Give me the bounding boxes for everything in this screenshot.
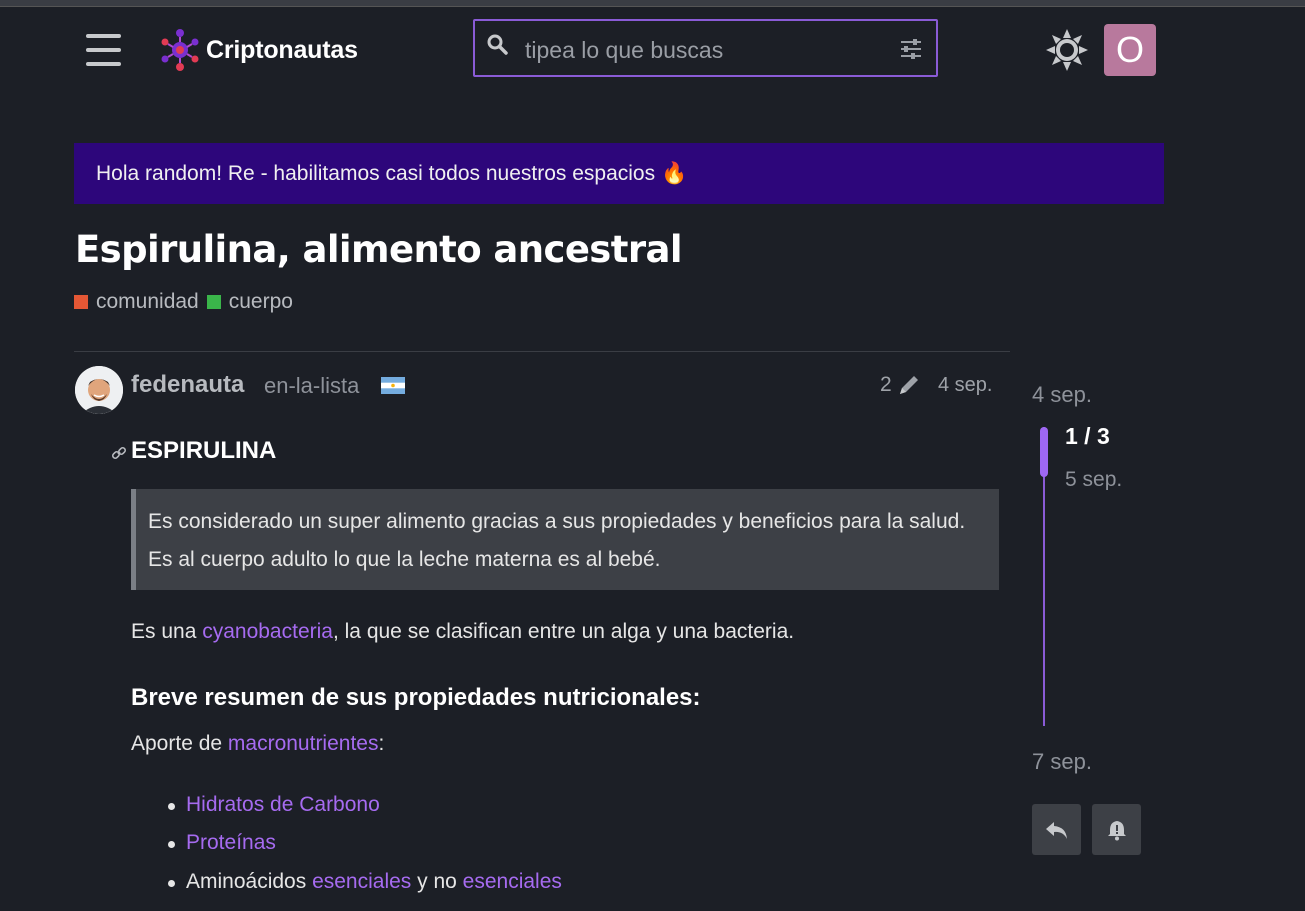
cyanobacteria-link[interactable]: cyanobacteria (202, 620, 333, 643)
timeline-current-date: 5 sep. (1065, 468, 1123, 490)
reply-button[interactable] (1032, 804, 1081, 855)
post-paragraph-1: Es una cyanobacteria, la que se clasific… (131, 620, 794, 644)
list-item: Aminoácidos esenciales y no esenciales (168, 870, 562, 894)
pencil-icon (899, 376, 918, 394)
argentina-flag-icon (381, 377, 405, 394)
quote-text: Es considerado un super alimento gracias… (148, 510, 966, 571)
edit-count: 2 (880, 373, 892, 396)
topic-divider (74, 351, 1010, 352)
heading-anchor-link-icon[interactable] (111, 445, 127, 461)
timeline-scroll-handle[interactable] (1040, 427, 1048, 477)
post-edit-history[interactable]: 2 (880, 373, 921, 397)
hamburger-menu-icon[interactable] (86, 34, 121, 66)
post-date[interactable]: 4 sep. (938, 374, 992, 397)
search-input[interactable] (523, 33, 887, 67)
browser-top-strip (0, 0, 1305, 7)
search-icon (487, 34, 508, 55)
text-segment: Es una (131, 620, 203, 643)
text-segment: Aminoácidos (186, 870, 313, 893)
timeline-start-date[interactable]: 4 sep. (1032, 382, 1092, 408)
no-esenciales-link[interactable]: esenciales (463, 870, 562, 893)
text-segment: Aporte de (131, 732, 228, 755)
search-filter-icon[interactable] (900, 39, 922, 59)
notification-bell-button[interactable] (1092, 804, 1141, 855)
post-author-avatar[interactable] (75, 366, 123, 414)
criptonautas-logo-icon (161, 29, 199, 71)
category-cuerpo[interactable]: cuerpo (206, 290, 293, 314)
user-avatar-button[interactable]: O (1104, 24, 1156, 76)
category-color-square (206, 295, 221, 309)
text-segment: y no (411, 870, 463, 893)
search-box[interactable] (473, 19, 938, 77)
theme-toggle-sun-icon[interactable] (1046, 29, 1088, 71)
timeline-post-counter: 1 / 3 (1065, 423, 1110, 449)
timeline-end-date[interactable]: 7 sep. (1032, 749, 1092, 775)
post-heading: ESPIRULINA (131, 437, 277, 464)
category-label: cuerpo (228, 290, 293, 313)
author-portrait-icon (75, 366, 123, 414)
text-segment: : (378, 732, 385, 755)
post-paragraph-2: Aporte de macronutrientes: (131, 732, 384, 756)
esenciales-link[interactable]: esenciales (312, 870, 411, 893)
topic-title[interactable]: Espirulina, alimento ancestral (75, 228, 683, 271)
category-color-square (74, 295, 88, 309)
list-item: Hidratos de Carbono (168, 793, 380, 817)
macronutrientes-link[interactable]: macronutrientes (228, 732, 379, 755)
announcement-banner: Hola random! Re - habilitamos casi todos… (74, 143, 1164, 204)
topic-categories: comunidad cuerpo (74, 290, 301, 314)
banner-text: Hola random! Re - habilitamos casi todos… (96, 162, 688, 185)
hidratos-link[interactable]: Hidratos de Carbono (186, 793, 380, 816)
post-blockquote: Es considerado un super alimento gracias… (131, 489, 999, 590)
post-subheading: Breve resumen de sus propiedades nutrici… (131, 684, 701, 711)
category-label: comunidad (96, 290, 199, 313)
post-user-title: en-la-lista (264, 373, 360, 398)
reply-icon (1045, 821, 1067, 839)
category-comunidad[interactable]: comunidad (74, 290, 199, 314)
proteinas-link[interactable]: Proteínas (186, 831, 276, 854)
site-name: Criptonautas (206, 35, 358, 64)
post-username[interactable]: fedenauta (131, 371, 244, 399)
site-logo[interactable]: Criptonautas (160, 28, 358, 72)
bell-alert-icon (1107, 820, 1126, 840)
text-segment: , la que se clasifican entre un alga y u… (332, 620, 795, 643)
list-item: Proteínas (168, 831, 276, 855)
